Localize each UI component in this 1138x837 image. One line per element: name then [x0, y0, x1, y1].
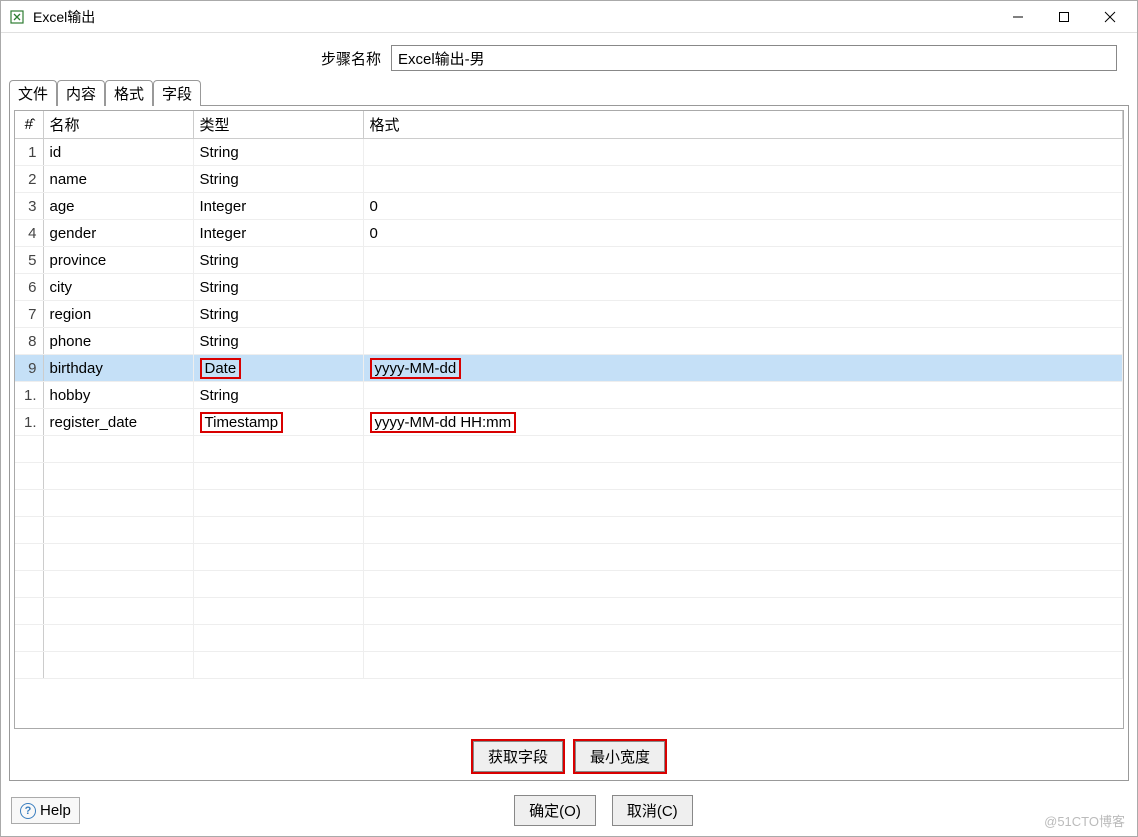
cell-name[interactable]: province [43, 247, 193, 274]
row-number: 9 [15, 355, 43, 382]
col-header-type[interactable]: 类型 [193, 111, 363, 139]
table-row[interactable]: 1idString [15, 139, 1123, 166]
cancel-button[interactable]: 取消(C) [612, 795, 693, 826]
min-width-button[interactable]: 最小宽度 [575, 741, 665, 772]
row-number: 3 [15, 193, 43, 220]
table-row-empty[interactable] [15, 598, 1123, 625]
cell-type[interactable]: String [193, 382, 363, 409]
row-number: 5 [15, 247, 43, 274]
watermark: @51CTO博客 [1044, 811, 1125, 830]
cell-format[interactable] [363, 382, 1123, 409]
tab-1[interactable]: 内容 [57, 80, 105, 106]
col-header-format[interactable]: 格式 [363, 111, 1123, 139]
cell-name[interactable]: hobby [43, 382, 193, 409]
dialog-footer: ? Help 确定(O) 取消(C) [1, 789, 1137, 836]
titlebar: Excel输出 [1, 1, 1137, 33]
cell-name[interactable]: name [43, 166, 193, 193]
minimize-button[interactable] [995, 2, 1041, 32]
cell-format[interactable] [363, 274, 1123, 301]
cell-type[interactable]: String [193, 301, 363, 328]
row-number: 6 [15, 274, 43, 301]
row-number: 8 [15, 328, 43, 355]
tab-3[interactable]: 字段 [153, 80, 201, 106]
cell-type[interactable]: String [193, 139, 363, 166]
cell-name[interactable]: age [43, 193, 193, 220]
fields-grid[interactable]: #̂ 名称 类型 格式 1idString2nameString3ageInte… [14, 110, 1124, 729]
fields-table: #̂ 名称 类型 格式 1idString2nameString3ageInte… [15, 111, 1123, 679]
table-row[interactable]: 3ageInteger0 [15, 193, 1123, 220]
cell-format[interactable]: yyyy-MM-dd HH:mm [363, 409, 1123, 436]
table-row-empty[interactable] [15, 517, 1123, 544]
table-row-empty[interactable] [15, 490, 1123, 517]
row-number: 1. [15, 382, 43, 409]
help-icon: ? [20, 803, 36, 819]
table-row[interactable]: 6cityString [15, 274, 1123, 301]
row-number: 1. [15, 409, 43, 436]
step-name-row: 步骤名称 [1, 33, 1137, 79]
maximize-button[interactable] [1041, 2, 1087, 32]
table-row-empty[interactable] [15, 652, 1123, 679]
cell-format[interactable] [363, 247, 1123, 274]
cell-name[interactable]: region [43, 301, 193, 328]
cell-format[interactable] [363, 301, 1123, 328]
cell-type[interactable]: String [193, 166, 363, 193]
table-row-empty[interactable] [15, 463, 1123, 490]
row-number: 4 [15, 220, 43, 247]
table-row[interactable]: 4genderInteger0 [15, 220, 1123, 247]
cell-format[interactable]: yyyy-MM-dd [363, 355, 1123, 382]
table-row-empty[interactable] [15, 544, 1123, 571]
cell-format[interactable] [363, 139, 1123, 166]
tab-0[interactable]: 文件 [9, 80, 57, 106]
table-row[interactable]: 8phoneString [15, 328, 1123, 355]
table-row[interactable]: 5provinceString [15, 247, 1123, 274]
grid-button-row: 获取字段 最小宽度 [10, 733, 1128, 780]
cell-name[interactable]: gender [43, 220, 193, 247]
help-button[interactable]: ? Help [11, 797, 80, 824]
cell-type[interactable]: Integer [193, 220, 363, 247]
tab-2[interactable]: 格式 [105, 80, 153, 106]
cell-type[interactable]: Date [193, 355, 363, 382]
cell-name[interactable]: id [43, 139, 193, 166]
cell-format[interactable] [363, 166, 1123, 193]
cell-format[interactable]: 0 [363, 220, 1123, 247]
cell-format[interactable] [363, 328, 1123, 355]
step-name-label: 步骤名称 [11, 48, 391, 69]
table-row[interactable]: 7regionString [15, 301, 1123, 328]
cell-type[interactable]: String [193, 328, 363, 355]
help-label: Help [40, 802, 71, 819]
cell-name[interactable]: register_date [43, 409, 193, 436]
table-row[interactable]: 1.register_dateTimestampyyyy-MM-dd HH:mm [15, 409, 1123, 436]
table-row[interactable]: 9birthdayDateyyyy-MM-dd [15, 355, 1123, 382]
cell-name[interactable]: city [43, 274, 193, 301]
excel-output-icon [9, 9, 25, 25]
row-number: 2 [15, 166, 43, 193]
cell-type[interactable]: String [193, 274, 363, 301]
cell-type[interactable]: Integer [193, 193, 363, 220]
tab-bar: 文件内容格式字段 [1, 79, 1137, 105]
cell-name[interactable]: phone [43, 328, 193, 355]
col-header-rownum[interactable]: #̂ [15, 111, 43, 139]
col-header-name[interactable]: 名称 [43, 111, 193, 139]
get-fields-button[interactable]: 获取字段 [473, 741, 563, 772]
table-row-empty[interactable] [15, 571, 1123, 598]
window: Excel输出 步骤名称 文件内容格式字段 #̂ 名称 类型 格式 1 [0, 0, 1138, 837]
ok-button[interactable]: 确定(O) [514, 795, 596, 826]
close-button[interactable] [1087, 2, 1133, 32]
cell-type[interactable]: Timestamp [193, 409, 363, 436]
cell-format[interactable]: 0 [363, 193, 1123, 220]
window-controls [995, 2, 1133, 32]
step-name-input[interactable] [391, 45, 1117, 71]
table-row[interactable]: 2nameString [15, 166, 1123, 193]
row-number: 7 [15, 301, 43, 328]
tab-content-fields: #̂ 名称 类型 格式 1idString2nameString3ageInte… [9, 105, 1129, 781]
table-row-empty[interactable] [15, 436, 1123, 463]
cell-type[interactable]: String [193, 247, 363, 274]
table-row-empty[interactable] [15, 625, 1123, 652]
row-number: 1 [15, 139, 43, 166]
cell-name[interactable]: birthday [43, 355, 193, 382]
table-row[interactable]: 1.hobbyString [15, 382, 1123, 409]
window-title: Excel输出 [33, 7, 995, 27]
